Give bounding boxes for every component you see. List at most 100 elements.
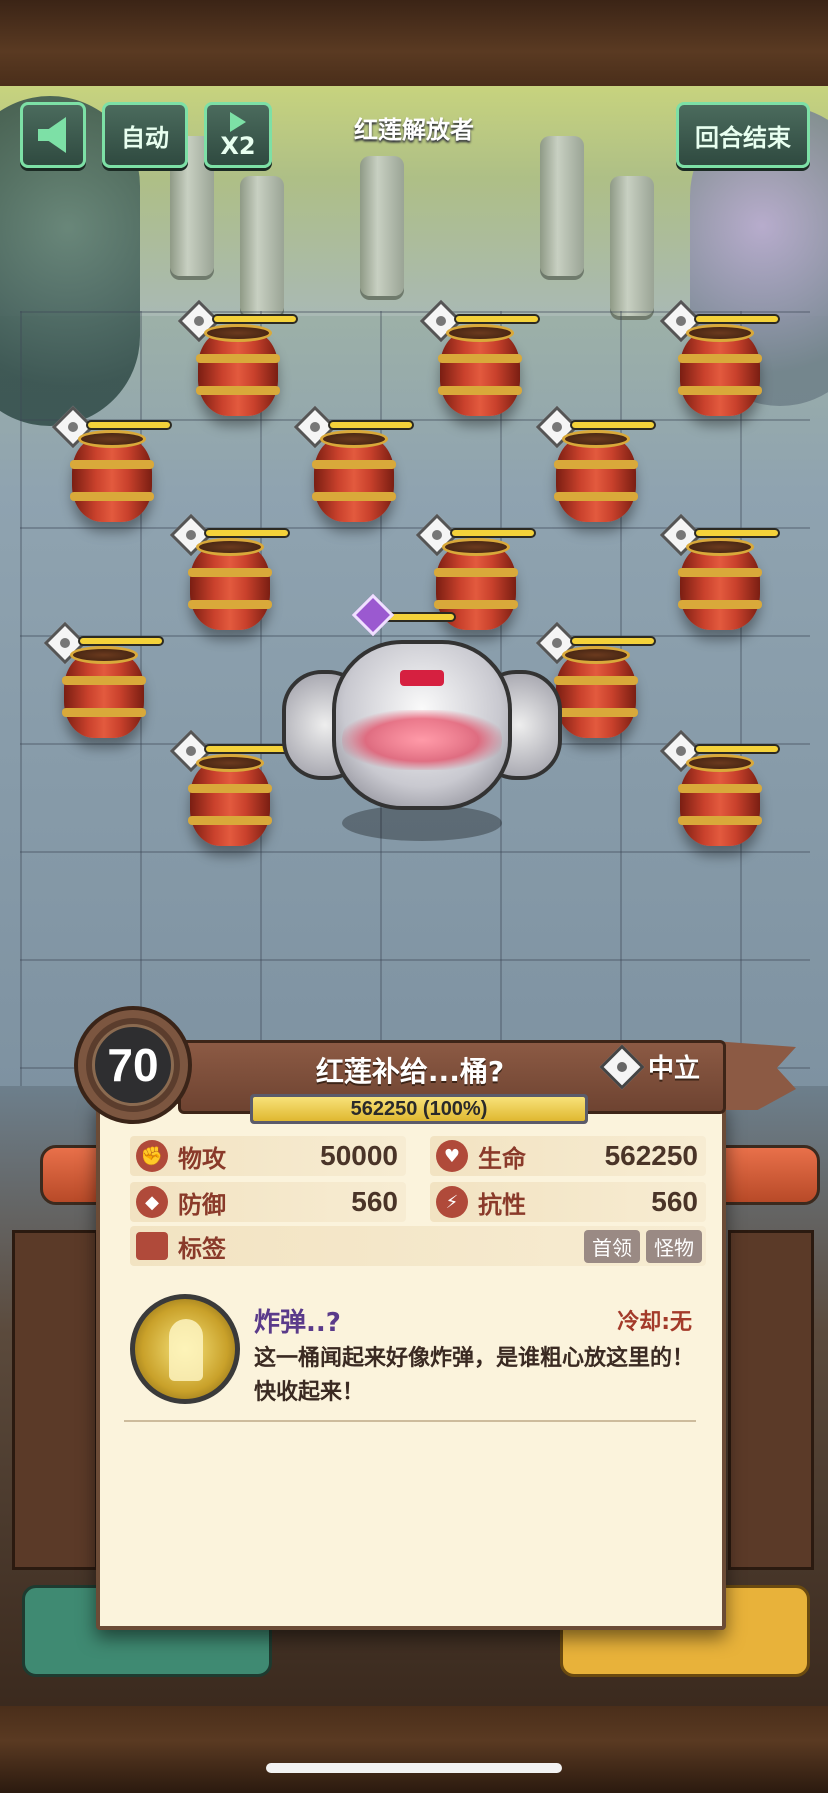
unit-hp-bar <box>204 528 290 538</box>
attack-icon: ✊ <box>136 1140 168 1172</box>
barrel-lid <box>562 646 630 664</box>
barrel-unit[interactable] <box>293 405 414 530</box>
red-barrel <box>70 436 154 522</box>
barrel-lid <box>442 538 510 556</box>
unit-hp-bar <box>570 420 656 430</box>
lightning-icon: ⚡ <box>436 1186 468 1218</box>
wood-frame-top <box>0 0 828 86</box>
stat-resistance: ⚡ 抗性 560 <box>430 1182 706 1222</box>
unit-hp-bar <box>86 420 172 430</box>
skill-entry: 炸弹..? 冷却:无 这一桶闻起来好像炸弹，是谁粗心放这里的！快收起来！ <box>130 1290 706 1420</box>
auto-label: 自动 <box>121 123 169 152</box>
stat-health: ♥ 生命 562250 <box>430 1136 706 1176</box>
stat-defense: ◆ 防御 560 <box>130 1182 406 1222</box>
tag-chip-boss: 首领 <box>584 1229 640 1263</box>
barrel-unit[interactable] <box>169 513 290 638</box>
bomb-skill-icon[interactable] <box>130 1294 240 1404</box>
mech-boss-unit[interactable] <box>282 593 562 850</box>
log-pillar <box>360 156 404 296</box>
level-gear-icon: 70 <box>78 1010 188 1120</box>
barrel-lid <box>686 754 754 772</box>
red-barrel <box>188 760 272 846</box>
red-barrel <box>438 330 522 416</box>
barrel-unit[interactable] <box>177 299 298 424</box>
end-turn-button[interactable]: 回合结束 <box>676 102 810 168</box>
unit-level: 70 <box>92 1024 174 1106</box>
stat-label: 生命 <box>478 1144 526 1173</box>
neutral-faction-icon <box>599 1043 645 1090</box>
skill-name: 炸弹..? <box>254 1308 341 1338</box>
barrel-lid <box>686 538 754 556</box>
right-hero-panel[interactable] <box>728 1230 814 1570</box>
boss-energy-glow <box>342 710 502 770</box>
heart-icon: ♥ <box>436 1140 468 1172</box>
unit-hp-bar <box>694 744 780 754</box>
boss-shadow <box>342 805 502 841</box>
boss-visor <box>400 670 444 686</box>
left-hero-panel[interactable] <box>12 1230 98 1570</box>
boss-faction-icon <box>351 593 395 637</box>
unit-name: 红莲补给...桶? <box>315 1055 505 1088</box>
barrel-lid <box>196 754 264 772</box>
divider <box>124 1420 696 1422</box>
red-barrel <box>678 544 762 630</box>
stage-title: 红莲解放者 <box>354 116 474 144</box>
tag-chip-monster: 怪物 <box>646 1229 702 1263</box>
skill-cooldown: 冷却:无 <box>617 1310 692 1335</box>
unit-hp-bar <box>212 314 298 324</box>
red-barrel <box>554 652 638 738</box>
unit-hp-bar <box>694 314 780 324</box>
unit-hp-bar-large: 562250 (100%) <box>250 1094 588 1124</box>
unit-hp-bar <box>328 420 414 430</box>
unit-hp-bar <box>204 744 290 754</box>
barrel-unit[interactable] <box>51 405 172 530</box>
red-barrel <box>62 652 146 738</box>
auto-button[interactable]: 自动 <box>102 102 188 168</box>
hp-text: 562250 (100%) <box>350 1098 488 1120</box>
back-button[interactable] <box>20 102 86 168</box>
tags-label: 标签 <box>178 1234 226 1263</box>
unit-hp-bar <box>570 636 656 646</box>
stat-label: 物攻 <box>178 1144 226 1173</box>
end-turn-label: 回合结束 <box>695 123 791 152</box>
red-barrel <box>312 436 396 522</box>
unit-hp-bar <box>454 314 540 324</box>
log-pillar <box>610 176 654 316</box>
stat-value: 562250 <box>604 1140 698 1171</box>
stat-label: 防御 <box>178 1190 226 1219</box>
stat-value: 560 <box>351 1186 398 1217</box>
red-barrel <box>678 760 762 846</box>
unit-hp-bar <box>450 528 536 538</box>
faction-label: 中立 <box>648 1054 701 1084</box>
tag-chips: 首领 怪物 <box>578 1229 702 1263</box>
red-barrel <box>188 544 272 630</box>
stat-label: 抗性 <box>478 1190 526 1219</box>
speed-label: X2 <box>220 132 256 160</box>
barrel-lid <box>196 538 264 556</box>
back-arrow-icon <box>38 117 66 153</box>
unit-hp-bar <box>694 528 780 538</box>
barrel-unit[interactable] <box>659 299 780 424</box>
log-pillar <box>540 136 584 276</box>
barrel-lid <box>320 430 388 448</box>
barrel-lid <box>70 646 138 664</box>
barrel-unit[interactable] <box>659 513 780 638</box>
red-barrel <box>196 330 280 416</box>
stat-attack: ✊ 物攻 50000 <box>130 1136 406 1176</box>
barrel-lid <box>562 430 630 448</box>
tags-row: 标签 首领 怪物 <box>130 1226 706 1266</box>
barrel-unit[interactable] <box>169 729 290 854</box>
log-pillar <box>240 176 284 316</box>
skill-description: 这一桶闻起来好像炸弹，是谁粗心放这里的！快收起来！ <box>254 1346 695 1405</box>
stat-value: 50000 <box>320 1140 398 1171</box>
barrel-unit[interactable] <box>419 299 540 424</box>
barrel-unit[interactable] <box>43 621 164 746</box>
shield-icon: ◆ <box>136 1186 168 1218</box>
red-barrel <box>678 330 762 416</box>
home-indicator[interactable] <box>266 1763 562 1773</box>
unit-hp-bar <box>78 636 164 646</box>
barrel-unit[interactable] <box>659 729 780 854</box>
speed-button[interactable]: X2 <box>204 102 272 168</box>
barrel-unit[interactable] <box>535 405 656 530</box>
tag-icon <box>136 1232 168 1260</box>
